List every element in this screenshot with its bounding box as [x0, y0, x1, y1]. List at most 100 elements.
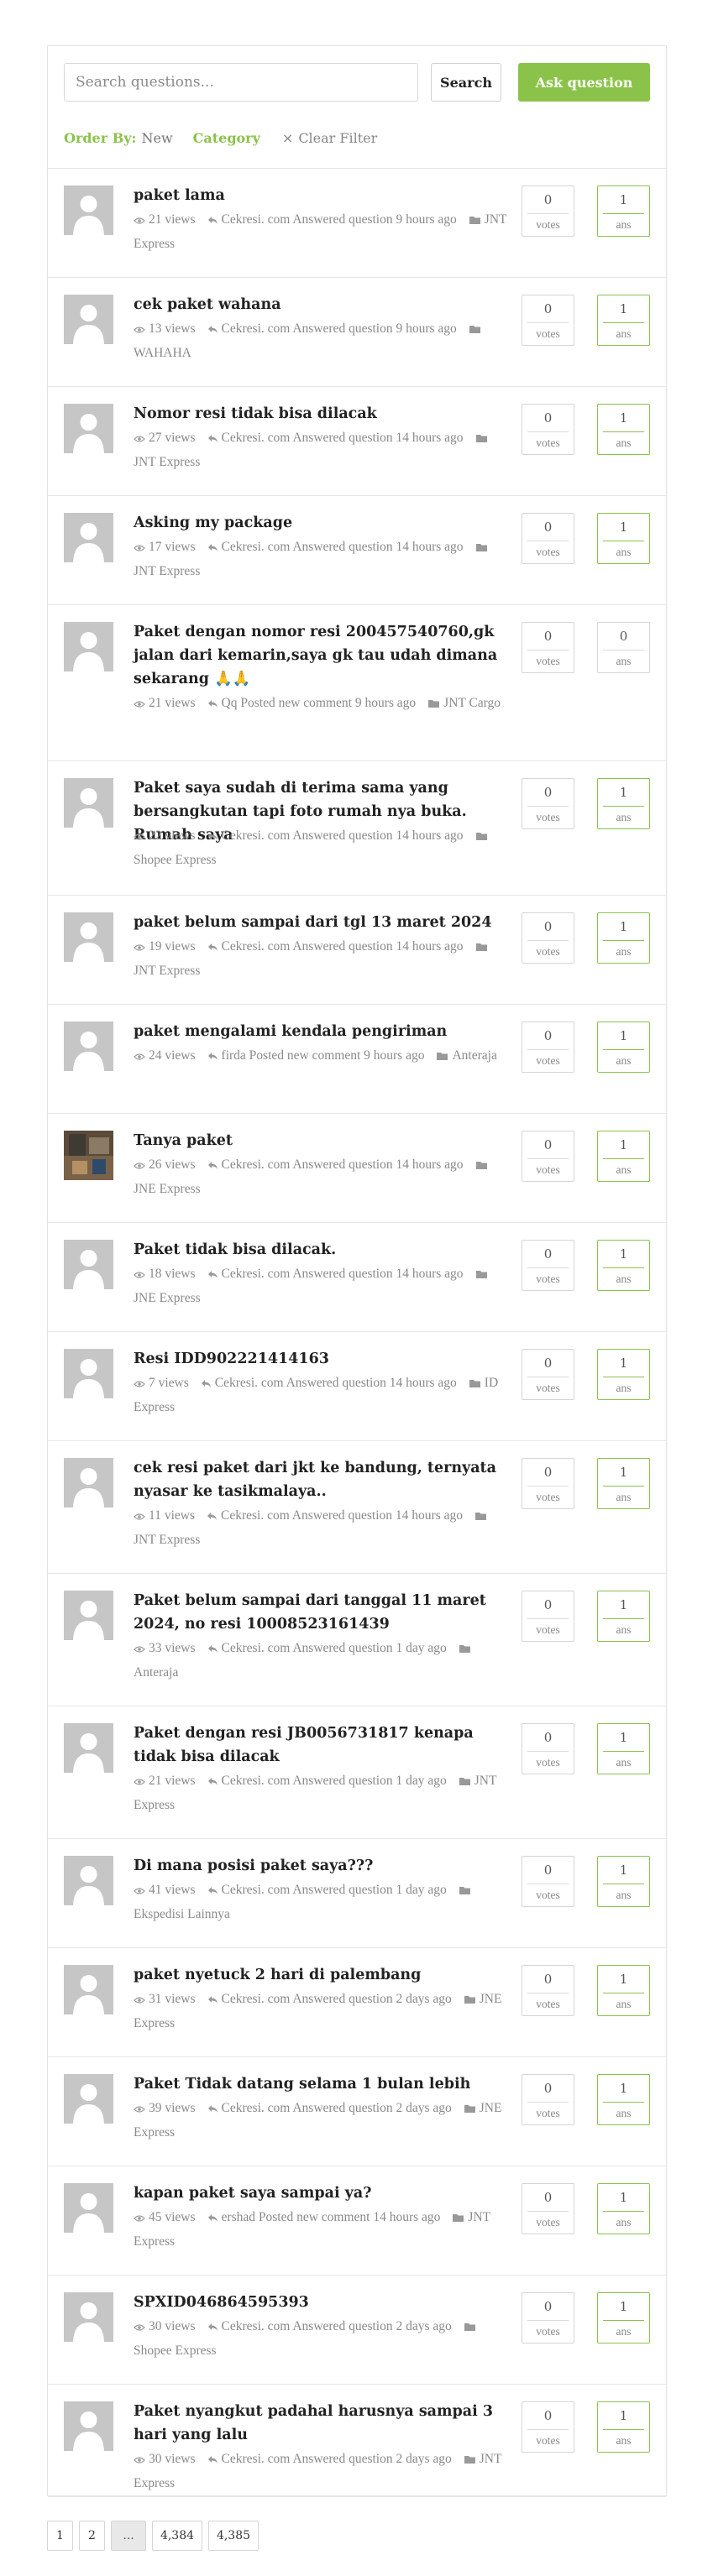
question-title[interactable]: Paket tidak bisa dilacak. [134, 1238, 520, 1262]
question-activity[interactable]: Cekresi. com Answered question 14 hours … [222, 1157, 464, 1172]
question-category[interactable]: JNE Express [134, 1182, 201, 1196]
avatar[interactable] [64, 2074, 113, 2124]
order-by-value[interactable]: New [141, 130, 172, 146]
question-category[interactable]: JNT Express [134, 1533, 200, 1547]
question-activity[interactable]: Cekresi. com Answered question 9 hours a… [222, 321, 457, 336]
avatar[interactable] [64, 295, 113, 344]
question-category[interactable]: JNT Cargo [443, 696, 501, 710]
question-title[interactable]: SPXID046864595393 [134, 2291, 520, 2314]
answer-count: 1 [619, 919, 628, 934]
page-link[interactable]: 1 [47, 2521, 73, 2551]
question-category[interactable]: JNT Express [134, 455, 200, 469]
folder-icon [469, 1376, 481, 1390]
avatar[interactable] [64, 2292, 113, 2342]
question-meta: 22 views Cekresi. com Answered question 1… [134, 823, 507, 872]
votes-label: votes [527, 1618, 569, 1641]
question-category[interactable]: Shopee Express [134, 853, 217, 867]
question-meta: 7 views Cekresi. com Answered question 14… [134, 1371, 507, 1419]
avatar[interactable] [64, 1965, 113, 2014]
avatar[interactable] [64, 1591, 113, 1640]
question-activity[interactable]: Cekresi. com Answered question 14 hours … [222, 540, 464, 554]
eye-icon [134, 1048, 145, 1063]
question-title[interactable]: paket mengalami kendala pengiriman [134, 1020, 520, 1043]
avatar[interactable] [64, 1022, 113, 1071]
question-activity[interactable]: Qq Posted new comment 9 hours ago [222, 696, 417, 710]
question-category[interactable]: JNT Express [134, 564, 200, 578]
question-category[interactable]: WAHAHA [134, 346, 191, 360]
question-activity[interactable]: Cekresi. com Answered question 1 day ago [222, 1774, 447, 1788]
question-activity[interactable]: Cekresi. com Answered question 14 hours … [222, 828, 464, 843]
question-category[interactable]: Anteraja [134, 1665, 178, 1680]
question-title[interactable]: Paket Tidak datang selama 1 bulan lebih [134, 2072, 520, 2096]
question-title[interactable]: Paket dengan resi JB0056731817 kenapa ti… [134, 1722, 520, 1769]
vote-count: 0 [543, 1730, 553, 1745]
answer-count: 1 [619, 785, 628, 800]
folder-icon [436, 1048, 448, 1063]
question-title[interactable]: paket lama [134, 184, 520, 207]
question-activity[interactable]: ershad Posted new comment 14 hours ago [222, 2210, 441, 2224]
answers-box: 1 ans [597, 778, 650, 829]
question-activity[interactable]: Cekresi. com Answered question 1 day ago [222, 1883, 447, 1897]
question-title[interactable]: paket nyetuck 2 hari di palembang [134, 1963, 520, 1987]
question-activity[interactable]: Cekresi. com Answered question 14 hours … [215, 1376, 457, 1390]
answers-label: ans [603, 1049, 644, 1072]
question-activity[interactable]: Cekresi. com Answered question 1 day ago [222, 1641, 447, 1655]
avatar[interactable] [64, 1131, 113, 1180]
avatar[interactable] [64, 513, 113, 562]
reply-icon [207, 1048, 218, 1063]
search-input[interactable] [64, 63, 418, 102]
page-link[interactable]: 4,384 [152, 2521, 202, 2551]
question-title[interactable]: Nomor resi tidak bisa dilacak [134, 402, 520, 426]
question-title[interactable]: Resi IDD902221414163 [134, 1347, 520, 1371]
answers-box: 0 ans [597, 622, 650, 673]
search-button[interactable]: Search [431, 63, 501, 102]
avatar[interactable] [64, 1723, 113, 1773]
question-activity[interactable]: Cekresi. com Answered question 14 hours … [222, 939, 464, 954]
category-filter[interactable]: Category [193, 130, 260, 146]
question-activity[interactable]: Cekresi. com Answered question 14 hours … [222, 431, 464, 445]
question-category[interactable]: JNE Express [134, 1291, 201, 1305]
question-activity[interactable]: Cekresi. com Answered question 14 hours … [221, 1508, 463, 1523]
question-category[interactable]: Ekspedisi Lainnya [134, 1907, 230, 1921]
page-link[interactable]: 2 [79, 2521, 105, 2551]
avatar[interactable] [64, 912, 113, 962]
question-category[interactable]: Shopee Express [134, 2343, 217, 2358]
vote-count: 0 [543, 1028, 553, 1043]
question-title[interactable]: cek resi paket dari jkt ke bandung, tern… [134, 1456, 520, 1503]
question-title[interactable]: Paket nyangkut padahal harusnya sampai 3… [134, 2400, 520, 2447]
question-title[interactable]: Asking my package [134, 511, 520, 535]
view-count: 24 [149, 1048, 162, 1063]
question-activity[interactable]: Cekresi. com Answered question 14 hours … [222, 1267, 464, 1281]
question-activity[interactable]: Cekresi. com Answered question 9 hours a… [222, 212, 457, 227]
question-title[interactable]: Paket belum sampai dari tanggal 11 maret… [134, 1589, 520, 1636]
avatar[interactable] [64, 2401, 113, 2451]
ask-question-button[interactable]: Ask question [518, 63, 650, 102]
question-activity[interactable]: Cekresi. com Answered question 2 days ag… [222, 2101, 452, 2115]
question-title[interactable]: Di mana posisi paket saya??? [134, 1854, 520, 1878]
avatar[interactable] [64, 404, 113, 453]
clear-filter-button[interactable]: × Clear Filter [282, 130, 377, 146]
avatar[interactable] [64, 1240, 113, 1289]
avatar[interactable] [64, 185, 113, 235]
avatar[interactable] [64, 778, 113, 828]
question-activity[interactable]: Cekresi. com Answered question 2 days ag… [222, 2319, 452, 2333]
question-title[interactable]: Paket dengan nomor resi 200457540760,gk … [134, 620, 520, 691]
avatar[interactable] [64, 1349, 113, 1398]
question-title[interactable]: paket belum sampai dari tgl 13 maret 202… [134, 911, 520, 934]
page-link[interactable]: 4,385 [208, 2521, 259, 2551]
question-title[interactable]: cek paket wahana [134, 293, 520, 316]
question-meta: 30 views Cekresi. com Answered question 2… [134, 2314, 507, 2363]
question-activity[interactable]: Cekresi. com Answered question 2 days ag… [222, 2452, 452, 2466]
avatar[interactable] [64, 622, 113, 671]
avatar[interactable] [64, 1458, 113, 1507]
question-activity[interactable]: firda Posted new comment 9 hours ago [222, 1048, 425, 1063]
question-title[interactable]: Tanya paket [134, 1129, 520, 1152]
avatar[interactable] [64, 1856, 113, 1905]
question-title[interactable]: kapan paket saya sampai ya? [134, 2182, 520, 2205]
avatar[interactable] [64, 2183, 113, 2233]
question-meta: 17 views Cekresi. com Answered question 1… [134, 535, 507, 583]
question-category[interactable]: Anteraja [452, 1048, 496, 1063]
view-count: 11 [149, 1508, 161, 1523]
question-activity[interactable]: Cekresi. com Answered question 2 days ag… [222, 1992, 452, 2006]
question-category[interactable]: JNT Express [134, 964, 200, 978]
